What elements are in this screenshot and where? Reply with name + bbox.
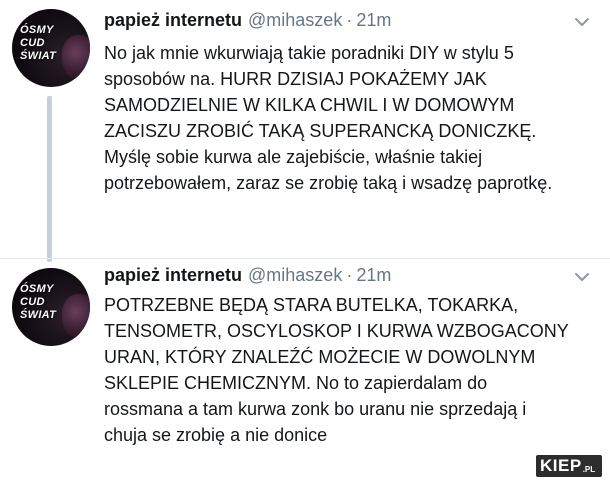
display-name[interactable]: papież internetu — [104, 10, 242, 30]
tweet-1: ÓSMY CUD ŚWIAT papież internetu @mihaszek… — [0, 0, 610, 262]
watermark-main-text: KIEP — [540, 456, 582, 475]
avatar[interactable]: ÓSMY CUD ŚWIAT — [12, 9, 90, 87]
kiep-watermark-logo: KIEP .PL — [536, 455, 602, 477]
chevron-down-icon[interactable] — [574, 16, 590, 28]
tweet-header: papież internetu @mihaszek · 21m — [104, 10, 391, 34]
tweet-text: POTRZEBNE BĘDĄ STARA BUTELKA, TOKARKA, T… — [104, 295, 569, 445]
thread-connector-line — [47, 96, 52, 262]
tweet-text: No jak mnie wkurwiają takie poradniki DI… — [104, 43, 553, 193]
separator-dot: · — [346, 265, 353, 285]
user-handle[interactable]: @mihaszek — [248, 265, 342, 285]
tweet-header: papież internetu @mihaszek · 21m — [104, 265, 391, 289]
chevron-down-icon[interactable] — [574, 271, 590, 283]
avatar-logo-text: ÓSMY CUD ŚWIAT — [20, 24, 57, 62]
user-handle[interactable]: @mihaszek — [248, 10, 342, 30]
avatar-logo-text: ÓSMY CUD ŚWIAT — [20, 283, 57, 321]
tweet-2: ÓSMY CUD ŚWIAT papież internetu @mihaszek… — [0, 258, 610, 486]
timestamp[interactable]: 21m — [356, 10, 391, 30]
timestamp[interactable]: 21m — [356, 265, 391, 285]
separator-dot: · — [346, 10, 353, 30]
avatar[interactable]: ÓSMY CUD ŚWIAT — [12, 268, 90, 346]
avatar-portrait — [62, 294, 90, 338]
avatar-portrait — [62, 35, 90, 79]
display-name[interactable]: papież internetu — [104, 265, 242, 285]
watermark-domain-text: .PL — [582, 464, 596, 474]
